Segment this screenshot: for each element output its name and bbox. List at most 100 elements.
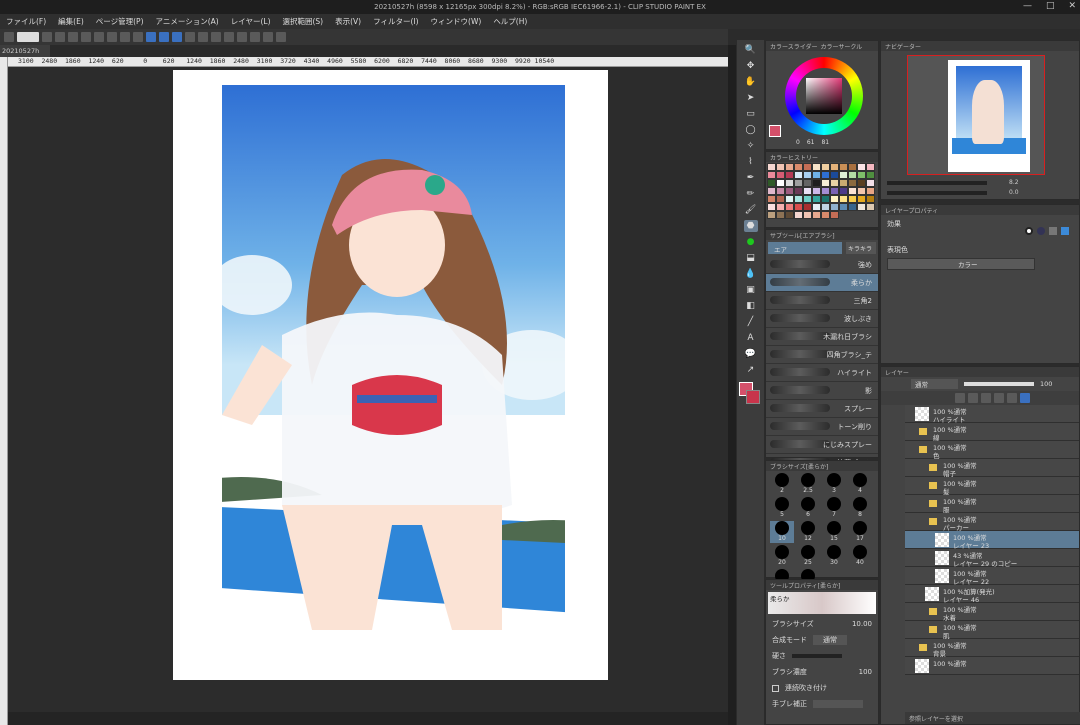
fill-icon[interactable] xyxy=(198,32,208,42)
color-history-swatch[interactable] xyxy=(776,187,785,195)
balloon-tool-icon[interactable]: 💬 xyxy=(744,348,758,360)
layer-row[interactable]: 100 %加算(発光) レイヤー 46 xyxy=(905,585,1079,604)
brush-size-cell[interactable]: 40 xyxy=(848,545,872,567)
brush-tool-icon[interactable]: 🖌 xyxy=(744,204,758,216)
layer-row[interactable]: 100 %通常 xyxy=(905,657,1079,675)
color-history-swatch[interactable] xyxy=(767,179,776,187)
brush-size-cell[interactable]: 2 xyxy=(770,473,794,495)
continuous-checkbox[interactable] xyxy=(772,684,779,692)
subtool-tab[interactable]: サブツール[エアブラシ] xyxy=(770,231,835,240)
color-history-swatch[interactable] xyxy=(830,163,839,171)
deselect-icon[interactable] xyxy=(224,32,234,42)
color-history-swatch[interactable] xyxy=(821,195,830,203)
color-history-swatch[interactable] xyxy=(830,195,839,203)
selection-tool-icon[interactable]: ▭ xyxy=(744,108,758,120)
color-history-swatch[interactable] xyxy=(785,163,794,171)
color-history-swatch[interactable] xyxy=(830,171,839,179)
color-history-swatch[interactable] xyxy=(794,187,803,195)
transform-icon[interactable] xyxy=(211,32,221,42)
pen-tool-icon[interactable]: ✒ xyxy=(744,172,758,184)
brush-size-cell[interactable]: 8 xyxy=(848,497,872,519)
color-history-swatch[interactable] xyxy=(821,179,830,187)
color-history-swatch[interactable] xyxy=(866,203,875,211)
color-history-swatch[interactable] xyxy=(776,203,785,211)
color-history-swatch[interactable] xyxy=(839,179,848,187)
color-history-swatch[interactable] xyxy=(821,187,830,195)
color-history-swatch[interactable] xyxy=(857,163,866,171)
color-history-swatch[interactable] xyxy=(776,171,785,179)
blend-mode-select[interactable]: 通常 xyxy=(813,635,847,645)
expand-selection-icon[interactable] xyxy=(250,32,260,42)
layer-row[interactable]: 100 %通常 帽子 xyxy=(905,459,1079,478)
color-history-swatch[interactable] xyxy=(857,187,866,195)
color-history-swatch[interactable] xyxy=(839,203,848,211)
color-history-swatch[interactable] xyxy=(803,195,812,203)
brush-size-cell[interactable]: 12 xyxy=(796,521,820,543)
correct-line-tool-icon[interactable]: ↗ xyxy=(744,364,758,376)
color-history-swatch[interactable] xyxy=(848,171,857,179)
move-tool-icon[interactable]: ✥ xyxy=(744,60,758,72)
color-history-swatch[interactable] xyxy=(794,179,803,187)
menu-item[interactable]: 編集(E) xyxy=(58,16,84,27)
clip-logo-icon[interactable] xyxy=(17,32,39,42)
color-history-swatch[interactable] xyxy=(767,211,776,219)
color-history-swatch[interactable] xyxy=(776,179,785,187)
subtool-item[interactable]: 強め xyxy=(766,256,878,274)
subtool-item[interactable]: スプレー xyxy=(766,400,878,418)
color-history-swatch[interactable] xyxy=(767,163,776,171)
color-history-swatch[interactable] xyxy=(767,195,776,203)
layer-row[interactable]: 100 %通常 ハイライト xyxy=(905,405,1079,424)
color-history-swatch[interactable] xyxy=(785,211,794,219)
sub-color-swatch[interactable] xyxy=(746,390,760,404)
color-history-swatch[interactable] xyxy=(848,187,857,195)
layer-row[interactable]: 100 %通常 背景 xyxy=(905,639,1079,658)
layer-row[interactable]: 100 %通常色 xyxy=(905,441,1079,460)
color-history-swatch[interactable] xyxy=(866,163,875,171)
color-history-swatch[interactable] xyxy=(776,195,785,203)
horizontal-scrollbar[interactable] xyxy=(8,712,728,725)
brush-size-cell[interactable]: 2.5 xyxy=(796,473,820,495)
saturation-square[interactable] xyxy=(806,78,842,114)
brush-size-cell[interactable]: 3 xyxy=(822,473,846,495)
color-history-swatch[interactable] xyxy=(785,179,794,187)
subtool-item[interactable]: にじみスプレー xyxy=(766,436,878,454)
color-history-swatch[interactable] xyxy=(866,171,875,179)
lasso-tool-icon[interactable]: ◯ xyxy=(744,124,758,136)
decoration-tool-icon[interactable]: ● xyxy=(744,236,758,248)
airbrush-tool-icon[interactable]: ⬣ xyxy=(743,220,758,232)
color-history-swatch[interactable] xyxy=(794,171,803,179)
navigator-tab[interactable]: ナビゲーター xyxy=(885,42,921,51)
brush-size-tab[interactable]: ブラシサイズ[柔らか] xyxy=(770,462,828,471)
document-tab[interactable]: 20210527h xyxy=(0,45,50,57)
subtool-item[interactable]: 四角ブラシ_テ xyxy=(766,346,878,364)
layer-row[interactable]: 100 %通常 パーカー xyxy=(905,513,1079,532)
color-history-swatch[interactable] xyxy=(821,163,830,171)
layer-opacity-slider[interactable] xyxy=(964,382,1034,386)
layer-mask-icon[interactable] xyxy=(1020,393,1030,403)
brush-size-cell[interactable]: 5 xyxy=(770,497,794,519)
color-history-swatch[interactable] xyxy=(812,163,821,171)
color-slider-tab[interactable]: カラースライダー xyxy=(770,42,817,51)
color-history-swatch[interactable] xyxy=(776,163,785,171)
brush-size-cell[interactable]: 20 xyxy=(770,545,794,567)
brush-size-cell[interactable]: 10 xyxy=(770,521,794,543)
subtool-item[interactable]: ハイライト xyxy=(766,364,878,382)
new-file-icon[interactable] xyxy=(42,32,52,42)
layer-row[interactable]: 100 %通常肌 xyxy=(905,621,1079,640)
color-history-grid[interactable] xyxy=(766,162,876,220)
color-history-swatch[interactable] xyxy=(839,163,848,171)
subtool-item[interactable]: 柔らか xyxy=(766,274,878,292)
layer-property-tab[interactable]: レイヤープロパティ xyxy=(885,206,938,215)
maximize-icon[interactable]: □ xyxy=(1046,1,1055,11)
brush-size-cell[interactable]: 17 xyxy=(848,521,872,543)
layer-row[interactable]: 43 %通常 レイヤー 29 のコピー xyxy=(905,549,1079,568)
color-history-swatch[interactable] xyxy=(812,211,821,219)
gradient-tool-icon[interactable]: ◧ xyxy=(744,300,758,312)
subtool-group-air[interactable]: エア xyxy=(768,242,842,254)
layer-row[interactable]: 100 %通常 レイヤー 22 xyxy=(905,567,1079,586)
brush-density-value[interactable]: 100 xyxy=(859,668,878,676)
color-history-swatch[interactable] xyxy=(866,187,875,195)
color-history-swatch[interactable] xyxy=(848,203,857,211)
vertical-scrollbar[interactable] xyxy=(728,45,736,725)
layer-blend-select[interactable]: 通常 xyxy=(911,379,958,389)
